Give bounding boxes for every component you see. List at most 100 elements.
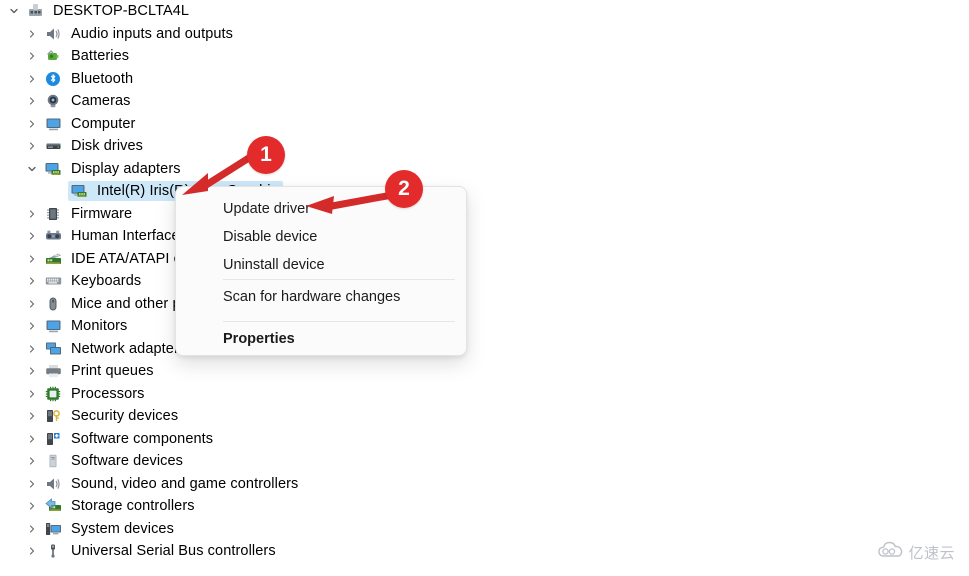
tree-root-node[interactable]: DESKTOP-BCLTA4L bbox=[0, 0, 520, 23]
chevron-right-icon[interactable] bbox=[22, 51, 42, 61]
tree-item-label: Computer bbox=[71, 115, 136, 132]
chevron-right-icon[interactable] bbox=[22, 456, 42, 466]
chevron-right-icon[interactable] bbox=[22, 209, 42, 219]
hid-icon bbox=[42, 227, 64, 245]
mouse-icon bbox=[42, 295, 64, 313]
tree-item-label: Disk drives bbox=[71, 138, 143, 155]
chevron-right-icon[interactable] bbox=[22, 524, 42, 534]
cloud-icon bbox=[878, 541, 904, 564]
storage-controller-icon bbox=[42, 497, 64, 515]
tree-item-computer[interactable]: Computer bbox=[0, 113, 520, 136]
chevron-right-icon[interactable] bbox=[22, 389, 42, 399]
tree-item-storage-controllers[interactable]: Storage controllers bbox=[0, 495, 520, 518]
tree-item-label: Software components bbox=[71, 430, 214, 447]
tree-item-system-devices[interactable]: System devices bbox=[0, 518, 520, 541]
software-component-icon bbox=[42, 430, 64, 448]
battery-icon bbox=[42, 47, 64, 65]
tree-item-label: Print queues bbox=[71, 363, 154, 380]
tree-item-audio-inputs-and-outputs[interactable]: Audio inputs and outputs bbox=[0, 23, 520, 46]
callout-badge-number: 2 bbox=[398, 177, 410, 200]
monitor-icon bbox=[42, 317, 64, 335]
update-driver-menu-item[interactable]: Update driver bbox=[176, 195, 468, 222]
callout-badge-number: 1 bbox=[260, 143, 272, 166]
menu-separator bbox=[223, 279, 455, 280]
chevron-right-icon[interactable] bbox=[22, 546, 42, 556]
speaker-icon bbox=[42, 475, 64, 493]
tree-item-label: Processors bbox=[71, 385, 145, 402]
menu-item-label: Scan for hardware changes bbox=[223, 288, 401, 305]
firmware-chip-icon bbox=[42, 205, 64, 223]
tree-item-label: Storage controllers bbox=[71, 498, 195, 515]
properties-menu-item[interactable]: Properties bbox=[176, 325, 468, 352]
tree-item-label: Display adapters bbox=[71, 160, 181, 177]
chevron-right-icon[interactable] bbox=[22, 29, 42, 39]
chevron-right-icon[interactable] bbox=[22, 119, 42, 129]
network-adapter-icon bbox=[42, 340, 64, 358]
watermark: 亿速云 bbox=[878, 541, 955, 564]
chevron-right-icon[interactable] bbox=[22, 411, 42, 421]
chevron-right-icon[interactable] bbox=[22, 141, 42, 151]
security-device-icon bbox=[42, 407, 64, 425]
tree-item-software-devices[interactable]: Software devices bbox=[0, 450, 520, 473]
tree-item-label: Batteries bbox=[71, 48, 130, 65]
chevron-right-icon[interactable] bbox=[22, 299, 42, 309]
chevron-right-icon[interactable] bbox=[22, 231, 42, 241]
tree-item-label: Cameras bbox=[71, 93, 131, 110]
computer-node-icon bbox=[24, 2, 46, 20]
menu-item-label: Properties bbox=[223, 330, 295, 347]
tree-item-batteries[interactable]: Batteries bbox=[0, 45, 520, 68]
chevron-right-icon[interactable] bbox=[22, 344, 42, 354]
tree-item-universal-serial-bus-controllers[interactable]: Universal Serial Bus controllers bbox=[0, 540, 520, 563]
tree-item-label: Keyboards bbox=[71, 273, 142, 290]
tree-item-software-components[interactable]: Software components bbox=[0, 428, 520, 451]
tree-item-label: System devices bbox=[71, 520, 174, 537]
device-manager-window: DESKTOP-BCLTA4L Audio inputs and outputs bbox=[0, 0, 969, 576]
disable-device-menu-item[interactable]: Disable device bbox=[176, 223, 468, 250]
chevron-right-icon[interactable] bbox=[22, 434, 42, 444]
chevron-right-icon[interactable] bbox=[22, 276, 42, 286]
tree-item-bluetooth[interactable]: Bluetooth bbox=[0, 68, 520, 91]
chevron-right-icon[interactable] bbox=[22, 366, 42, 376]
disk-drive-icon bbox=[42, 137, 64, 155]
tree-item-security-devices[interactable]: Security devices bbox=[0, 405, 520, 428]
menu-item-label: Uninstall device bbox=[223, 256, 325, 273]
system-device-icon bbox=[42, 520, 64, 538]
tree-item-label: Sound, video and game controllers bbox=[71, 475, 299, 492]
context-menu[interactable]: Update driver Disable device Uninstall d… bbox=[175, 186, 467, 356]
display-adapter-icon bbox=[68, 182, 90, 200]
chevron-right-icon[interactable] bbox=[22, 501, 42, 511]
tree-item-label: Audio inputs and outputs bbox=[71, 25, 234, 42]
display-adapter-icon bbox=[42, 160, 64, 178]
menu-separator bbox=[223, 321, 455, 322]
chevron-down-icon[interactable] bbox=[22, 164, 42, 174]
chevron-right-icon[interactable] bbox=[22, 96, 42, 106]
chevron-down-icon[interactable] bbox=[4, 6, 24, 16]
tree-root-label: DESKTOP-BCLTA4L bbox=[53, 3, 190, 20]
scan-for-hardware-changes-menu-item[interactable]: Scan for hardware changes bbox=[176, 283, 468, 310]
chevron-right-icon[interactable] bbox=[22, 321, 42, 331]
bluetooth-icon bbox=[42, 70, 64, 88]
watermark-text: 亿速云 bbox=[908, 545, 955, 562]
tree-item-label: Firmware bbox=[71, 205, 133, 222]
chevron-right-icon[interactable] bbox=[22, 479, 42, 489]
tree-item-sound-video-and-game-controllers[interactable]: Sound, video and game controllers bbox=[0, 473, 520, 496]
tree-item-label: Bluetooth bbox=[71, 70, 134, 87]
tree-item-print-queues[interactable]: Print queues bbox=[0, 360, 520, 383]
tree-item-label: Network adapters bbox=[71, 340, 187, 357]
monitor-icon bbox=[42, 115, 64, 133]
keyboard-icon bbox=[42, 272, 64, 290]
chevron-right-icon[interactable] bbox=[22, 254, 42, 264]
software-device-icon bbox=[42, 452, 64, 470]
speaker-icon bbox=[42, 25, 64, 43]
uninstall-device-menu-item[interactable]: Uninstall device bbox=[176, 251, 468, 278]
chevron-right-icon[interactable] bbox=[22, 74, 42, 84]
tree-item-processors[interactable]: Processors bbox=[0, 383, 520, 406]
processor-icon bbox=[42, 385, 64, 403]
callout-badge-2: 2 bbox=[385, 170, 423, 208]
tree-item-label: Monitors bbox=[71, 318, 128, 335]
tree-item-label: Security devices bbox=[71, 408, 179, 425]
camera-icon bbox=[42, 92, 64, 110]
ide-controller-icon bbox=[42, 250, 64, 268]
tree-item-cameras[interactable]: Cameras bbox=[0, 90, 520, 113]
menu-item-label: Disable device bbox=[223, 228, 318, 245]
